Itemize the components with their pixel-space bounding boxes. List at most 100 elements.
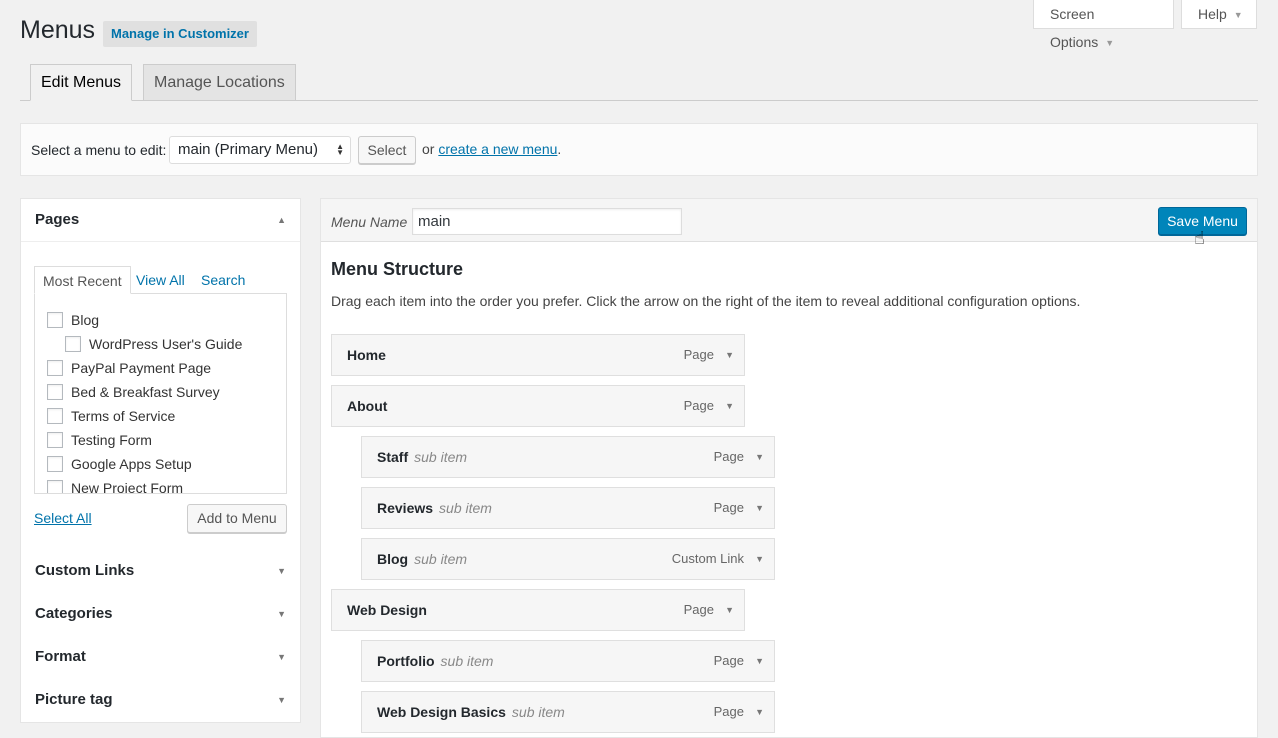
list-item[interactable]: Bed & Breakfast Survey <box>47 382 220 406</box>
custom-links-title: Custom Links <box>35 562 135 579</box>
checkbox[interactable] <box>47 384 63 400</box>
list-item-label: New Project Form <box>71 480 184 494</box>
menu-item[interactable]: Web Design Basics sub item Page ▼ <box>361 691 775 733</box>
checkbox[interactable] <box>47 432 63 448</box>
list-item[interactable]: Google Apps Setup <box>47 454 192 478</box>
tab-manage-locations[interactable]: Manage Locations <box>143 64 296 101</box>
menu-item[interactable]: Reviews sub item Page ▼ <box>361 487 775 529</box>
expand-down-icon[interactable]: ▼ <box>755 539 764 579</box>
menu-name-input[interactable]: main <box>412 208 682 235</box>
menu-item-title: Web Design Basics sub item <box>377 692 565 732</box>
manage-in-customizer-button[interactable]: Manage in Customizer <box>103 21 257 47</box>
menu-item-title: Reviews sub item <box>377 488 492 528</box>
checkbox[interactable] <box>65 336 81 352</box>
categories-panel[interactable]: Categories ▼ <box>20 593 301 637</box>
menu-item-type: Custom Link <box>671 551 744 566</box>
add-to-menu-button[interactable]: Add to Menu <box>187 504 287 533</box>
expand-down-icon[interactable]: ▼ <box>755 641 764 681</box>
collapse-up-icon[interactable]: ▲ <box>277 199 286 241</box>
tab-search[interactable]: Search <box>201 266 245 294</box>
tab-edit-menus[interactable]: Edit Menus <box>30 64 133 101</box>
screen-options-label: Screen Options <box>1050 6 1099 50</box>
select-button[interactable]: Select <box>358 136 416 164</box>
expand-down-icon[interactable]: ▼ <box>755 437 764 477</box>
menu-item[interactable]: Portfolio sub item Page ▼ <box>361 640 775 682</box>
picture-tag-header: Picture tag ▼ <box>21 679 300 722</box>
checkbox[interactable] <box>47 408 63 424</box>
checkbox[interactable] <box>47 480 63 493</box>
picture-tag-title: Picture tag <box>35 691 113 708</box>
sub-item-label: sub item <box>439 500 492 516</box>
sub-item-label: sub item <box>414 551 468 567</box>
format-header: Format ▼ <box>21 636 300 679</box>
expand-down-icon[interactable]: ▼ <box>277 550 286 592</box>
page-title: Menus <box>20 16 96 44</box>
menu-item-name: Web Design <box>347 602 427 618</box>
hand-cursor-icon: ☝ <box>1194 228 1205 248</box>
format-panel[interactable]: Format ▼ <box>20 636 301 680</box>
menu-item[interactable]: Staff sub item Page ▼ <box>361 436 775 478</box>
menu-name-label: Menu Name <box>331 214 408 230</box>
list-item[interactable]: WordPress User's Guide <box>65 334 242 358</box>
list-item[interactable]: New Project Form <box>47 478 184 494</box>
menu-select-value: main (Primary Menu) <box>178 141 319 158</box>
list-item[interactable]: PayPal Payment Page <box>47 358 211 382</box>
menu-item-name: Staff <box>377 449 409 465</box>
pages-list[interactable]: Blog WordPress User's Guide PayPal Payme… <box>34 293 287 494</box>
list-item-label: WordPress User's Guide <box>89 336 243 352</box>
select-menu-label: Select a menu to edit: <box>31 142 167 158</box>
menu-item-name: Home <box>347 347 386 363</box>
menu-structure-title: Menu Structure <box>331 259 464 279</box>
menu-item-name: Blog <box>377 551 409 567</box>
menu-item-title: Home <box>347 335 386 375</box>
sub-item-label: sub item <box>414 449 468 465</box>
sub-item-label: sub item <box>511 704 565 720</box>
expand-down-icon[interactable]: ▼ <box>725 386 734 426</box>
pages-panel-header[interactable]: Pages ▲ <box>21 199 300 242</box>
menu-item[interactable]: Web Design Page ▼ <box>331 589 745 631</box>
expand-down-icon[interactable]: ▼ <box>277 593 286 635</box>
picture-tag-panel[interactable]: Picture tag ▼ <box>20 679 301 723</box>
list-item[interactable]: Terms of Service <box>47 406 175 430</box>
expand-down-icon[interactable]: ▼ <box>725 590 734 630</box>
select-arrows-icon: ▲ ▼ <box>336 142 344 157</box>
checkbox[interactable] <box>47 456 63 472</box>
help-tab[interactable]: Help ▼ <box>1181 0 1257 29</box>
menu-item-title: About <box>347 386 387 426</box>
list-item-label: Terms of Service <box>71 408 176 424</box>
menu-item[interactable]: About Page ▼ <box>331 385 745 427</box>
menu-select-dropdown[interactable]: main (Primary Menu) ▲ ▼ <box>169 136 351 164</box>
menu-structure-description: Drag each item into the order you prefer… <box>331 293 1081 309</box>
expand-down-icon[interactable]: ▼ <box>755 692 764 732</box>
menu-item-title: Staff sub item <box>377 437 467 477</box>
list-item-label: Bed & Breakfast Survey <box>71 384 220 400</box>
expand-down-icon[interactable]: ▼ <box>277 636 286 678</box>
create-new-menu-link[interactable]: create a new menu <box>438 141 557 157</box>
checkbox[interactable] <box>47 360 63 376</box>
chevron-down-icon: ▼ <box>1105 38 1115 48</box>
list-item-label: Google Apps Setup <box>71 456 192 472</box>
or-label: or <box>422 141 435 157</box>
tab-most-recent[interactable]: Most Recent <box>34 266 131 294</box>
list-item-label: Blog <box>71 312 100 328</box>
menu-item[interactable]: Blog sub item Custom Link ▼ <box>361 538 775 580</box>
menu-item-type: Page <box>713 704 744 719</box>
expand-down-icon[interactable]: ▼ <box>755 488 764 528</box>
screen-options-tab[interactable]: Screen Options ▼ <box>1033 0 1174 50</box>
expand-down-icon[interactable]: ▼ <box>725 335 734 375</box>
checkbox[interactable] <box>47 312 63 328</box>
categories-header: Categories ▼ <box>21 593 300 636</box>
format-title: Format <box>35 648 86 665</box>
list-item[interactable]: Blog <box>47 310 99 334</box>
menu-item-type: Page <box>683 347 714 362</box>
or-text: or create a new menu. <box>422 141 561 157</box>
menu-item-type: Page <box>683 398 714 413</box>
menu-item[interactable]: Home Page ▼ <box>331 334 745 376</box>
select-all-link[interactable]: Select All <box>34 510 92 526</box>
menu-item-name: Portfolio <box>377 653 435 669</box>
categories-title: Categories <box>35 605 113 622</box>
list-item[interactable]: Testing Form <box>47 430 152 454</box>
expand-down-icon[interactable]: ▼ <box>277 679 286 721</box>
custom-links-panel[interactable]: Custom Links ▼ <box>20 550 301 594</box>
tab-view-all[interactable]: View All <box>136 266 185 294</box>
